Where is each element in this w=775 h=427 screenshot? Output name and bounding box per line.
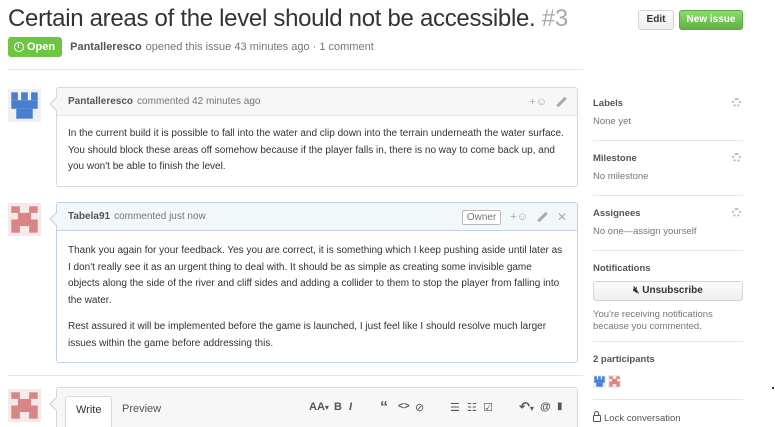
comment-author[interactable]: Pantalleresco: [68, 96, 133, 107]
new-comment-form: Write Preview AA▾ B I “ <> ⊘ ☰ ☷ ☑ ↶▾ @ …: [49, 387, 578, 427]
issue-number: #3: [541, 5, 568, 32]
sidebar-divider: [593, 399, 743, 400]
edit-comment-icon[interactable]: [556, 97, 567, 108]
status-text: Open: [27, 41, 56, 53]
gear-icon[interactable]: [732, 208, 741, 217]
comment-header: Pantalleresco commented 42 minutes ago +…: [57, 88, 577, 116]
comment-time[interactable]: commented 42 minutes ago: [137, 96, 260, 107]
comment-header: Tabela91 commented just now Owner +☺ ✕: [57, 203, 577, 231]
notifications-heading: Notifications: [593, 263, 651, 274]
lock-conversation-link[interactable]: Lock conversation: [593, 411, 681, 424]
comment: Pantalleresco commented 42 minutes ago +…: [49, 87, 578, 187]
comment-paragraph: In the current build it is possible to f…: [68, 128, 564, 173]
labels-heading: Labels: [593, 98, 624, 109]
link-icon[interactable]: ⊘: [415, 401, 424, 414]
assign-yourself-link[interactable]: No one—assign yourself: [593, 226, 743, 238]
header-divider: [8, 69, 583, 70]
new-issue-button[interactable]: New issue: [679, 10, 743, 30]
edit-comment-icon[interactable]: [537, 212, 548, 223]
issue-title-text: Certain areas of the level should not be…: [8, 5, 536, 32]
sidebar-labels[interactable]: Labels None yet: [593, 98, 743, 128]
unsubscribe-button[interactable]: 🔇︎ Unsubscribe: [593, 281, 743, 301]
gear-icon[interactable]: [732, 98, 741, 107]
lock-icon: [593, 411, 601, 422]
mention-icon[interactable]: @: [540, 401, 551, 413]
italic-icon[interactable]: I: [349, 401, 352, 413]
issue-meta: Open Pantalleresco opened this issue 43 …: [8, 37, 374, 57]
sidebar-assignees[interactable]: Assignees No one—assign yourself: [593, 208, 743, 238]
avatar-tabela91[interactable]: [8, 203, 41, 236]
add-reaction-icon[interactable]: +☺: [529, 96, 547, 108]
sidebar-divider: [593, 195, 743, 196]
issue-author-link[interactable]: Pantalleresco: [70, 41, 142, 53]
sidebar-divider: [593, 250, 743, 251]
quote-icon[interactable]: “: [380, 399, 388, 417]
add-reaction-icon[interactable]: +☺: [510, 211, 528, 223]
issue-title: Certain areas of the level should not be…: [8, 5, 568, 33]
milestone-value: No milestone: [593, 171, 649, 182]
avatar-pantalleresco[interactable]: [8, 89, 41, 122]
gear-icon[interactable]: [732, 153, 741, 162]
assignees-heading: Assignees: [593, 208, 641, 219]
comment-author[interactable]: Tabela91: [68, 211, 110, 222]
participant-avatars: [593, 375, 621, 388]
comment-body: In the current build it is possible to f…: [57, 116, 577, 186]
issue-opened-icon: [14, 42, 24, 52]
sidebar-participants: 2 participants: [593, 354, 743, 368]
stray-dot: [772, 387, 774, 389]
edit-button[interactable]: Edit: [638, 10, 674, 30]
code-icon[interactable]: <>: [398, 401, 410, 412]
sidebar-notifications: Notifications: [593, 263, 743, 277]
delete-comment-icon[interactable]: ✕: [557, 210, 567, 224]
participants-heading: 2 participants: [593, 354, 655, 365]
notifications-note: You're receiving notifications because y…: [593, 309, 713, 332]
timeline-divider: [8, 375, 583, 376]
notifications-note-wrap: You're receiving notifications because y…: [593, 305, 743, 333]
owner-badge: Owner: [461, 209, 502, 225]
comment-paragraph: Rest assured it will be implemented befo…: [68, 320, 547, 349]
milestone-heading: Milestone: [593, 153, 637, 164]
heading-icon[interactable]: AA▾: [309, 401, 329, 413]
sidebar-milestone[interactable]: Milestone No milestone: [593, 153, 743, 183]
reply-icon[interactable]: ↶▾: [519, 399, 534, 415]
task-list-icon[interactable]: ☑: [483, 401, 493, 414]
labels-value: None yet: [593, 116, 632, 127]
bullet-list-icon[interactable]: ☰: [450, 401, 460, 414]
status-badge: Open: [8, 37, 63, 57]
comment-paragraph: Thank you again for your feedback. Yes y…: [68, 245, 563, 307]
bold-icon[interactable]: B: [334, 401, 342, 413]
comment-time[interactable]: commented just now: [114, 211, 206, 222]
numbered-list-icon[interactable]: ☷: [467, 401, 477, 414]
sidebar-divider: [593, 140, 743, 141]
sidebar-divider: [593, 341, 743, 342]
comment: Tabela91 commented just now Owner +☺ ✕ T…: [49, 202, 578, 363]
comment-body: Thank you again for your feedback. Yes y…: [57, 231, 577, 362]
tab-preview[interactable]: Preview: [112, 396, 171, 427]
avatar-pantalleresco[interactable]: [593, 375, 606, 388]
bookmark-icon[interactable]: ▮: [557, 401, 563, 412]
tab-write[interactable]: Write: [65, 396, 113, 427]
avatar-current-user[interactable]: [8, 389, 41, 422]
issue-meta-text: opened this issue 43 minutes ago · 1 com…: [145, 41, 374, 53]
mute-icon: 🔇︎: [633, 285, 643, 296]
avatar-tabela91[interactable]: [608, 375, 621, 388]
